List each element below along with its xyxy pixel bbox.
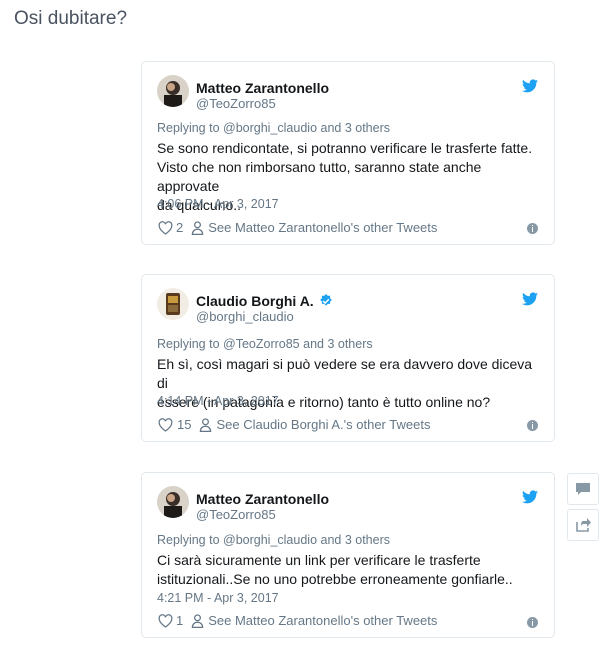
author-handle[interactable]: @borghi_claudio [196, 309, 294, 324]
reply-context: Replying to @borghi_claudio and 3 others [157, 121, 390, 135]
page-title: Osi dubitare? [14, 8, 128, 29]
author-name-text[interactable]: Matteo Zarantonello [196, 491, 329, 507]
avatar[interactable] [157, 486, 189, 518]
tweet-text-line: istituzionali..Se no uno potrebbe errone… [157, 571, 513, 587]
tweet-actions: 2 See Matteo Zarantonello's other Tweets [158, 220, 437, 235]
tweet-text: Ci sarà sicuramente un link per verifica… [157, 551, 537, 589]
info-icon[interactable] [527, 223, 538, 234]
avatar[interactable] [157, 75, 189, 107]
tweet-text-line: Ci sarà sicuramente un link per verifica… [157, 552, 481, 568]
reply-suffix[interactable]: and 3 others [300, 337, 373, 351]
person-icon [192, 613, 204, 628]
heart-icon[interactable] [158, 220, 173, 235]
heart-icon[interactable] [158, 613, 173, 628]
reply-context: Replying to @borghi_claudio and 3 others [157, 533, 390, 547]
author-name-text[interactable]: Claudio Borghi A. [196, 293, 314, 309]
avatar[interactable] [157, 288, 189, 320]
info-icon[interactable] [527, 420, 538, 431]
see-other-tweets-link[interactable]: See Claudio Borghi A.'s other Tweets [216, 417, 430, 432]
tweet-card[interactable]: Matteo Zarantonello @TeoZorro85 Replying… [141, 472, 555, 638]
reply-suffix[interactable]: and 3 others [317, 121, 391, 135]
see-other-tweets-link[interactable]: See Matteo Zarantonello's other Tweets [208, 613, 437, 628]
tweet-text-line: Se sono rendicontate, si potranno verifi… [157, 140, 533, 156]
author-name-text[interactable]: Matteo Zarantonello [196, 80, 329, 96]
twitter-bird-icon[interactable] [522, 490, 538, 504]
twitter-bird-icon[interactable] [522, 79, 538, 93]
author-name[interactable]: Matteo Zarantonello [196, 80, 329, 96]
info-icon[interactable] [527, 617, 538, 628]
reply-prefix: Replying to [157, 533, 224, 547]
verified-badge-icon [319, 294, 332, 306]
author-name[interactable]: Matteo Zarantonello [196, 491, 329, 507]
timestamp[interactable]: 4:21 PM - Apr 3, 2017 [157, 591, 279, 605]
tweet-actions: 1 See Matteo Zarantonello's other Tweets [158, 613, 437, 628]
like-count[interactable]: 15 [177, 417, 191, 432]
reply-user-link[interactable]: @TeoZorro85 [223, 337, 300, 351]
heart-icon[interactable] [158, 417, 173, 432]
author-handle[interactable]: @TeoZorro85 [196, 96, 276, 111]
person-icon [192, 220, 204, 235]
see-other-tweets-link[interactable]: See Matteo Zarantonello's other Tweets [208, 220, 437, 235]
tweet-text-line: Eh sì, così magari si può vedere se era … [157, 356, 533, 391]
reply-prefix: Replying to [157, 337, 224, 351]
share-icon [576, 517, 591, 532]
like-count[interactable]: 2 [176, 220, 183, 235]
share-button[interactable] [567, 509, 599, 541]
comment-icon [576, 482, 590, 495]
comment-button[interactable] [567, 473, 599, 505]
like-count[interactable]: 1 [176, 613, 183, 628]
reply-suffix[interactable]: and 3 others [317, 533, 391, 547]
tweet-card[interactable]: Matteo Zarantonello @TeoZorro85 Replying… [141, 61, 555, 245]
reply-user-link[interactable]: @borghi_claudio [223, 121, 317, 135]
tweet-text-line: Visto che non rimborsano tutto, saranno … [157, 159, 482, 194]
tweet-actions: 15 See Claudio Borghi A.'s other Tweets [158, 417, 430, 432]
twitter-bird-icon[interactable] [522, 292, 538, 306]
timestamp[interactable]: 4:14 PM - Apr 3, 2017 [157, 394, 279, 408]
author-name[interactable]: Claudio Borghi A. [196, 293, 333, 309]
author-handle[interactable]: @TeoZorro85 [196, 507, 276, 522]
reply-prefix: Replying to [157, 121, 224, 135]
reply-user-link[interactable]: @borghi_claudio [223, 533, 317, 547]
person-icon [200, 417, 212, 432]
reply-context: Replying to @TeoZorro85 and 3 others [157, 337, 373, 351]
tweet-card[interactable]: Claudio Borghi A. @borghi_claudio Replyi… [141, 274, 555, 442]
timestamp[interactable]: 4:06 PM - Apr 3, 2017 [157, 197, 279, 211]
